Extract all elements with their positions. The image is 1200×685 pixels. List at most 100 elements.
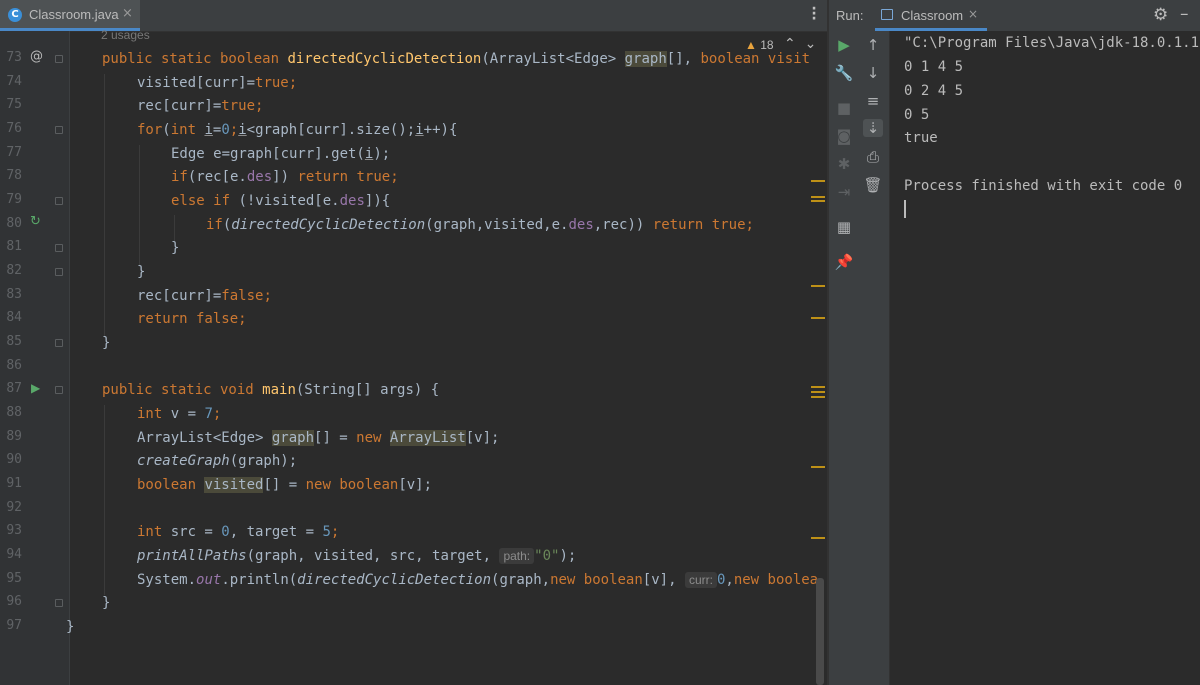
code-token: 7	[204, 406, 213, 422]
code-line-88[interactable]: int v = 7;	[137, 404, 221, 424]
warning-stripe-mark[interactable]	[811, 180, 825, 182]
file-tab-classroom[interactable]: C Classroom.java ×	[0, 0, 140, 31]
parameter-hint: path:	[499, 548, 535, 564]
fold-marker[interactable]	[55, 599, 63, 607]
fold-marker[interactable]	[55, 268, 63, 276]
close-icon[interactable]: ×	[968, 7, 978, 21]
code-line-91[interactable]: boolean visited[] = new boolean[v];	[137, 475, 432, 495]
camera-icon[interactable]: ◙	[834, 127, 854, 145]
soft-wrap-icon[interactable]: ≡	[863, 92, 883, 110]
code-line-94[interactable]: printAllPaths(graph, visited, src, targe…	[137, 546, 576, 566]
run-config-icon	[881, 9, 893, 20]
debug-icon[interactable]: ✱	[834, 155, 854, 173]
code-token: (graph,visited,e.	[425, 217, 569, 233]
code-line-95[interactable]: System.out.println(directedCyclicDetecti…	[137, 570, 818, 590]
line-number: 97	[6, 618, 22, 633]
wrench-icon[interactable]: 🔧	[834, 64, 854, 82]
scroll-to-end-icon[interactable]: ⇣	[863, 119, 883, 137]
warning-stripe-mark[interactable]	[811, 537, 825, 539]
line-number: 88	[6, 405, 22, 420]
code-token: new	[356, 430, 390, 446]
warning-stripe-mark[interactable]	[811, 285, 825, 287]
gutter-divider	[69, 31, 70, 685]
code-token: .println(	[221, 572, 298, 588]
warning-stripe-mark[interactable]	[811, 196, 825, 198]
code-token: des	[246, 169, 273, 185]
console-output[interactable]: "C:\Program Files\Java\jdk-18.0.1.1 0 1 …	[904, 31, 1200, 685]
print-icon[interactable]: ⎙	[863, 148, 883, 166]
code-line-74[interactable]: visited[curr]=true;	[137, 73, 297, 93]
inspection-widget[interactable]: ▲ 18	[745, 38, 774, 52]
fold-marker[interactable]	[55, 339, 63, 347]
console-line: 0 5	[904, 107, 930, 123]
run-gutter-icon[interactable]: ▶	[31, 381, 40, 395]
code-line-85[interactable]: }	[102, 333, 110, 353]
code-token: for	[137, 122, 163, 138]
code-line-97[interactable]: }	[66, 617, 74, 637]
code-token: return false	[137, 311, 239, 327]
pin-icon[interactable]: 📌	[834, 253, 854, 271]
warning-stripe-mark[interactable]	[811, 317, 825, 319]
fold-marker[interactable]	[55, 197, 63, 205]
code-line-90[interactable]: createGraph(graph);	[137, 451, 297, 471]
editor-scrollbar[interactable]	[816, 578, 824, 685]
more-tabs-icon[interactable]: · · ·	[810, 2, 818, 26]
exit-icon[interactable]: ⇥	[834, 183, 854, 201]
run-header: Run: Classroom × ⚙ –	[829, 0, 1200, 31]
fold-marker[interactable]	[55, 126, 63, 134]
warning-stripe-mark[interactable]	[811, 200, 825, 202]
override-marker-icon[interactable]: @	[30, 49, 43, 64]
trash-icon[interactable]: 🗑	[863, 176, 883, 194]
code-token: false	[221, 288, 264, 304]
rerun-icon[interactable]: ▶	[834, 36, 854, 54]
indent-guide	[104, 74, 105, 336]
arrow-down-icon[interactable]: ↓	[863, 64, 883, 82]
chevron-down-icon[interactable]: ⌄	[805, 36, 817, 52]
run-tool-window[interactable]: Run: Classroom × ⚙ – ▶ 🔧 ■ ◙ ✱ ⇥ ▦ 📌 ↑ ↓…	[827, 0, 1200, 685]
line-number: 94	[6, 547, 22, 562]
arrow-up-icon[interactable]: ↑	[863, 36, 883, 54]
run-tab-classroom[interactable]: Classroom ×	[875, 0, 987, 31]
fold-marker[interactable]	[55, 386, 63, 394]
code-token: ;	[238, 311, 247, 327]
code-token: i	[415, 122, 424, 138]
stop-icon[interactable]: ■	[834, 99, 854, 117]
code-token: System.	[137, 572, 197, 588]
code-line-81[interactable]: }	[171, 238, 179, 258]
code-token: 0	[221, 122, 230, 138]
usages-hint[interactable]: 2 usages	[101, 28, 150, 42]
code-line-87[interactable]: public static void main(String[] args) {	[102, 380, 439, 400]
editor-pane[interactable]: C Classroom.java × · · · 73 74 75 76 77 78…	[0, 0, 827, 685]
code-line-96[interactable]: }	[102, 593, 110, 613]
warning-stripe-mark[interactable]	[811, 466, 825, 468]
console-line: "C:\Program Files\Java\jdk-18.0.1.1	[904, 35, 1200, 51]
warning-stripe-mark[interactable]	[811, 386, 825, 388]
warning-stripe-mark[interactable]	[811, 396, 825, 398]
code-line-80[interactable]: if(directedCyclicDetection(graph,visited…	[206, 215, 754, 235]
code-line-77[interactable]: Edge e=graph[curr].get(i);	[171, 144, 390, 164]
fold-marker[interactable]	[55, 244, 63, 252]
fold-marker[interactable]	[55, 55, 63, 63]
recursive-call-icon[interactable]: ↻	[30, 214, 41, 229]
code-line-79[interactable]: else if (!visited[e.des]){	[171, 191, 390, 211]
code-line-78[interactable]: if(rec[e.des]) return true;	[171, 167, 399, 187]
warning-stripe-mark[interactable]	[811, 391, 825, 393]
code-line-82[interactable]: }	[137, 262, 145, 282]
layout-icon[interactable]: ▦	[834, 218, 854, 236]
gear-icon[interactable]: ⚙	[1153, 5, 1168, 25]
chevron-up-icon[interactable]: ⌃	[784, 36, 796, 52]
code-token: rec[curr]=	[137, 98, 222, 114]
run-toolbar-right: ↑ ↓ ≡ ⇣ ⎙ 🗑	[859, 31, 890, 685]
line-number: 89	[6, 429, 22, 444]
inspection-nav[interactable]: ⌃ ⌄	[784, 36, 816, 52]
code-line-84[interactable]: return false;	[137, 309, 247, 329]
code-line-89[interactable]: ArrayList<Edge> graph[] = new ArrayList[…	[137, 428, 499, 448]
code-line-75[interactable]: rec[curr]=true;	[137, 96, 263, 116]
close-tab-icon[interactable]: ×	[122, 6, 133, 21]
code-line-73[interactable]: public static boolean directedCyclicDete…	[102, 49, 810, 69]
code-line-83[interactable]: rec[curr]=false;	[137, 286, 272, 306]
minimize-icon[interactable]: –	[1180, 4, 1189, 24]
code-token: ])	[272, 169, 298, 185]
code-line-76[interactable]: for(int i=0;i<graph[curr].size();i++){	[137, 120, 457, 140]
code-line-93[interactable]: int src = 0, target = 5;	[137, 522, 339, 542]
